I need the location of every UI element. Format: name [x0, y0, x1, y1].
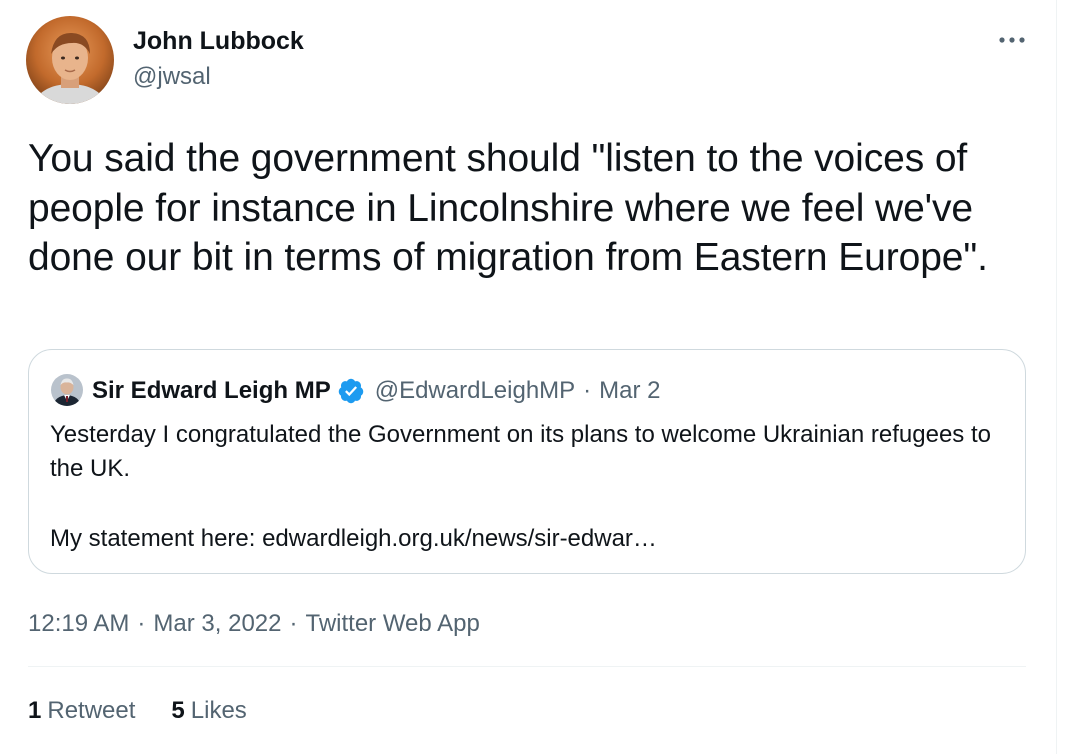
quoted-paragraph-1: Yesterday I congratulated the Government…	[50, 421, 991, 482]
retweets-count: 1	[28, 697, 42, 724]
tweet-metadata: 12:19 AM · Mar 3, 2022 · Twitter Web App	[28, 607, 480, 641]
quoted-author-handle[interactable]: @EdwardLeighMP	[375, 377, 575, 405]
avatar-photo-icon	[51, 374, 83, 406]
quoted-date[interactable]: Mar 2	[599, 377, 660, 405]
tweet-text: You said the government should "listen t…	[28, 137, 988, 279]
quoted-author-name[interactable]: Sir Edward Leigh MP	[92, 377, 331, 405]
author-name[interactable]: John Lubbock	[133, 26, 304, 56]
divider	[28, 666, 1026, 667]
retweets-stat[interactable]: 1 Retweet	[28, 694, 135, 728]
more-horizontal-icon	[999, 37, 1025, 43]
quoted-tweet-text: Yesterday I congratulated the Government…	[50, 418, 1000, 556]
verified-badge-icon	[337, 377, 365, 405]
likes-label: Likes	[190, 697, 247, 724]
retweets-label: Retweet	[47, 697, 136, 724]
author-handle[interactable]: @jwsal	[133, 62, 211, 92]
likes-count: 5	[171, 697, 185, 724]
quoted-paragraph-2: My statement here: edwardleigh.org.uk/ne…	[50, 525, 657, 552]
likes-stat[interactable]: 5 Likes	[171, 694, 246, 728]
tweet-time[interactable]: 12:19 AM	[28, 610, 129, 637]
engagement-stats: 1 Retweet 5 Likes	[28, 694, 283, 728]
more-options-button[interactable]	[994, 25, 1030, 55]
meta-separator: ·	[289, 610, 298, 637]
quoted-author-avatar[interactable]	[51, 374, 83, 406]
tweet-date[interactable]: Mar 3, 2022	[153, 610, 281, 637]
quoted-tweet-card[interactable]: Sir Edward Leigh MP @EdwardLeighMP · Mar…	[28, 349, 1026, 574]
avatar-photo-icon	[26, 16, 114, 104]
author-avatar[interactable]	[26, 16, 114, 104]
meta-separator: ·	[137, 610, 146, 637]
timeline-right-border	[1056, 0, 1057, 754]
tweet-source[interactable]: Twitter Web App	[305, 610, 479, 637]
quoted-separator: ·	[583, 377, 592, 404]
